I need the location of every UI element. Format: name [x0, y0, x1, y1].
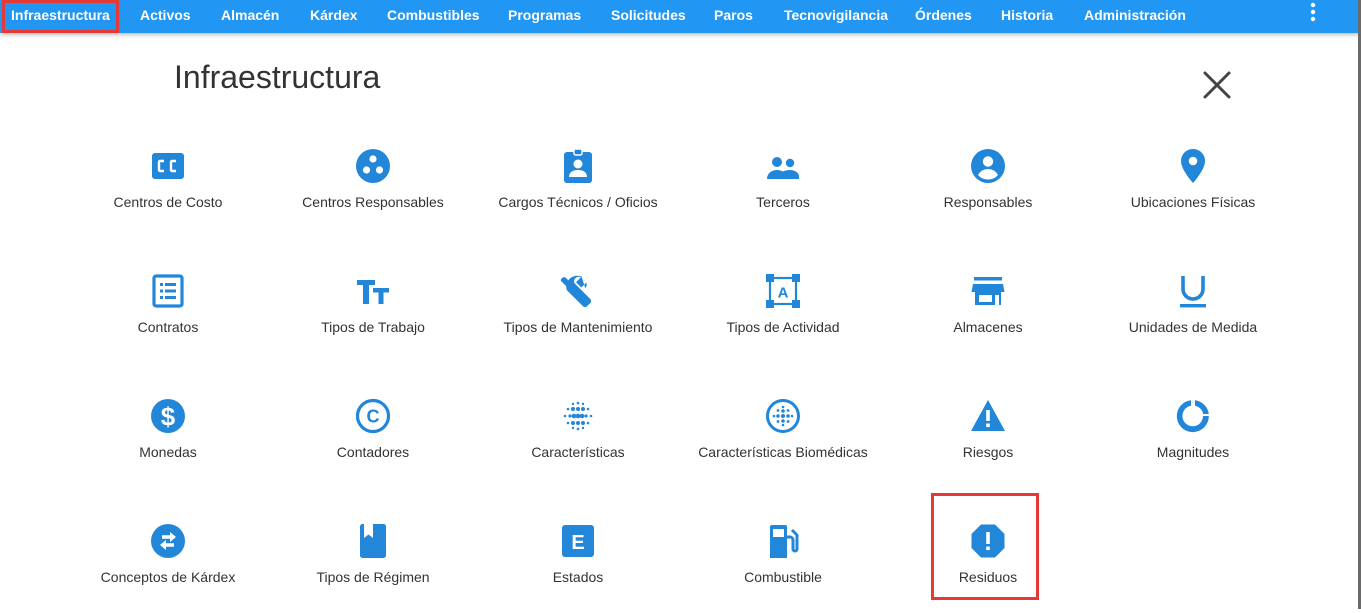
tile-tipos-de-regimen[interactable]: Tipos de Régimen	[278, 523, 468, 613]
letter-e-box-icon: E	[560, 523, 596, 559]
tile-label: Tipos de Actividad	[726, 319, 840, 335]
tile-contadores[interactable]: C Contadores	[278, 398, 468, 488]
list-alt-icon	[150, 273, 186, 309]
tile-label: Tipos de Trabajo	[321, 319, 425, 335]
tile-estados[interactable]: E Estados	[483, 523, 673, 613]
nav-item-kardex[interactable]: Kárdex	[310, 0, 357, 33]
location-pin-icon	[1175, 148, 1211, 184]
people-icon	[765, 148, 801, 184]
nav-item-activos[interactable]: Activos	[140, 0, 191, 33]
tile-label: Unidades de Medida	[1128, 319, 1258, 335]
tile-label: Centros de Costo	[113, 194, 223, 210]
store-icon	[970, 273, 1006, 309]
tile-label: Centros Responsables	[302, 194, 444, 210]
nav-item-historia[interactable]: Historia	[1001, 0, 1053, 33]
tile-label: Terceros	[756, 194, 810, 210]
tile-responsables[interactable]: Responsables	[893, 148, 1083, 238]
svg-text:A: A	[778, 285, 789, 302]
tile-caracteristicas-biomedicas[interactable]: Características Biomédicas	[688, 398, 878, 488]
tile-label: Características	[531, 444, 625, 460]
nav-item-ordenes[interactable]: Órdenes	[915, 0, 972, 33]
nav-item-programas[interactable]: Programas	[508, 0, 581, 33]
tile-label: Residuos	[958, 569, 1018, 585]
tile-conceptos-de-kardex[interactable]: Conceptos de Kárdex	[73, 523, 263, 613]
nav-item-administracion[interactable]: Administración	[1084, 0, 1186, 33]
nav-item-infraestructura[interactable]: Infraestructura	[2, 0, 119, 33]
svg-text:E: E	[571, 532, 584, 554]
tile-label: Tipos de Régimen	[316, 569, 430, 585]
tile-tipos-de-mantenimiento[interactable]: Tipos de Mantenimiento	[483, 273, 673, 363]
tile-ubicaciones-fisicas[interactable]: Ubicaciones Físicas	[1098, 148, 1288, 238]
nav-item-almacen[interactable]: Almacén	[221, 0, 279, 33]
svg-text:C: C	[367, 407, 380, 427]
tile-almacenes[interactable]: Almacenes	[893, 273, 1083, 363]
tile-label: Responsables	[943, 194, 1033, 210]
tile-label: Combustible	[744, 569, 822, 585]
tile-label: Características Biomédicas	[698, 444, 868, 460]
tile-label: Conceptos de Kárdex	[100, 569, 236, 585]
top-navbar: Infraestructura Activos Almacén Kárdex C…	[0, 0, 1361, 33]
underline-u-icon	[1175, 273, 1211, 309]
book-icon	[355, 523, 391, 559]
tile-label: Estados	[552, 569, 604, 585]
tile-tipos-de-actividad[interactable]: A Tipos de Actividad	[688, 273, 878, 363]
tile-label: Magnitudes	[1156, 444, 1230, 460]
copyright-c-icon: C	[355, 398, 391, 434]
cc-badge-icon	[150, 148, 186, 184]
swap-circle-icon	[150, 523, 186, 559]
tile-combustible[interactable]: Combustible	[688, 523, 878, 613]
text-fields-icon	[355, 273, 391, 309]
page-title: Infraestructura	[174, 59, 381, 95]
dollar-circle-icon: $	[150, 398, 186, 434]
bubble-chart-icon	[355, 148, 391, 184]
gas-station-icon	[765, 523, 801, 559]
id-badge-icon	[560, 148, 596, 184]
more-vert-icon[interactable]	[1303, 1, 1323, 25]
tile-label: Riesgos	[962, 444, 1014, 460]
format-shapes-icon: A	[765, 273, 801, 309]
tile-monedas[interactable]: $ Monedas	[73, 398, 263, 488]
svg-text:$: $	[161, 402, 176, 432]
tile-terceros[interactable]: Terceros	[688, 148, 878, 238]
tile-magnitudes[interactable]: Magnitudes	[1098, 398, 1288, 488]
tile-tipos-de-trabajo[interactable]: Tipos de Trabajo	[278, 273, 468, 363]
tile-centros-responsables[interactable]: Centros Responsables	[278, 148, 468, 238]
tile-label: Contadores	[336, 444, 410, 460]
tile-caracteristicas[interactable]: Características	[483, 398, 673, 488]
blur-circle-icon	[765, 398, 801, 434]
blur-dots-icon	[560, 398, 596, 434]
close-icon[interactable]	[1199, 67, 1235, 103]
tile-riesgos[interactable]: Riesgos	[893, 398, 1083, 488]
tile-label: Contratos	[137, 319, 199, 335]
tile-label: Cargos Técnicos / Oficios	[498, 194, 658, 210]
report-octagon-icon	[970, 523, 1006, 559]
tile-label: Almacenes	[953, 319, 1023, 335]
warning-triangle-icon	[970, 398, 1006, 434]
tile-label: Tipos de Mantenimiento	[503, 319, 653, 335]
tile-residuos[interactable]: Residuos	[893, 523, 1083, 613]
nav-item-tecnovigilancia[interactable]: Tecnovigilancia	[784, 0, 888, 33]
tile-unidades-de-medida[interactable]: Unidades de Medida	[1098, 273, 1288, 363]
donut-icon	[1175, 398, 1211, 434]
nav-item-combustibles[interactable]: Combustibles	[387, 0, 480, 33]
nav-item-paros[interactable]: Paros	[714, 0, 753, 33]
tile-label: Ubicaciones Físicas	[1130, 194, 1256, 210]
tile-contratos[interactable]: Contratos	[73, 273, 263, 363]
nav-item-solicitudes[interactable]: Solicitudes	[611, 0, 686, 33]
tile-label: Monedas	[139, 444, 197, 460]
tile-centros-de-costo[interactable]: Centros de Costo	[73, 148, 263, 238]
wrench-icon	[560, 273, 596, 309]
account-circle-icon	[970, 148, 1006, 184]
tile-cargos-tecnicos[interactable]: Cargos Técnicos / Oficios	[483, 148, 673, 238]
